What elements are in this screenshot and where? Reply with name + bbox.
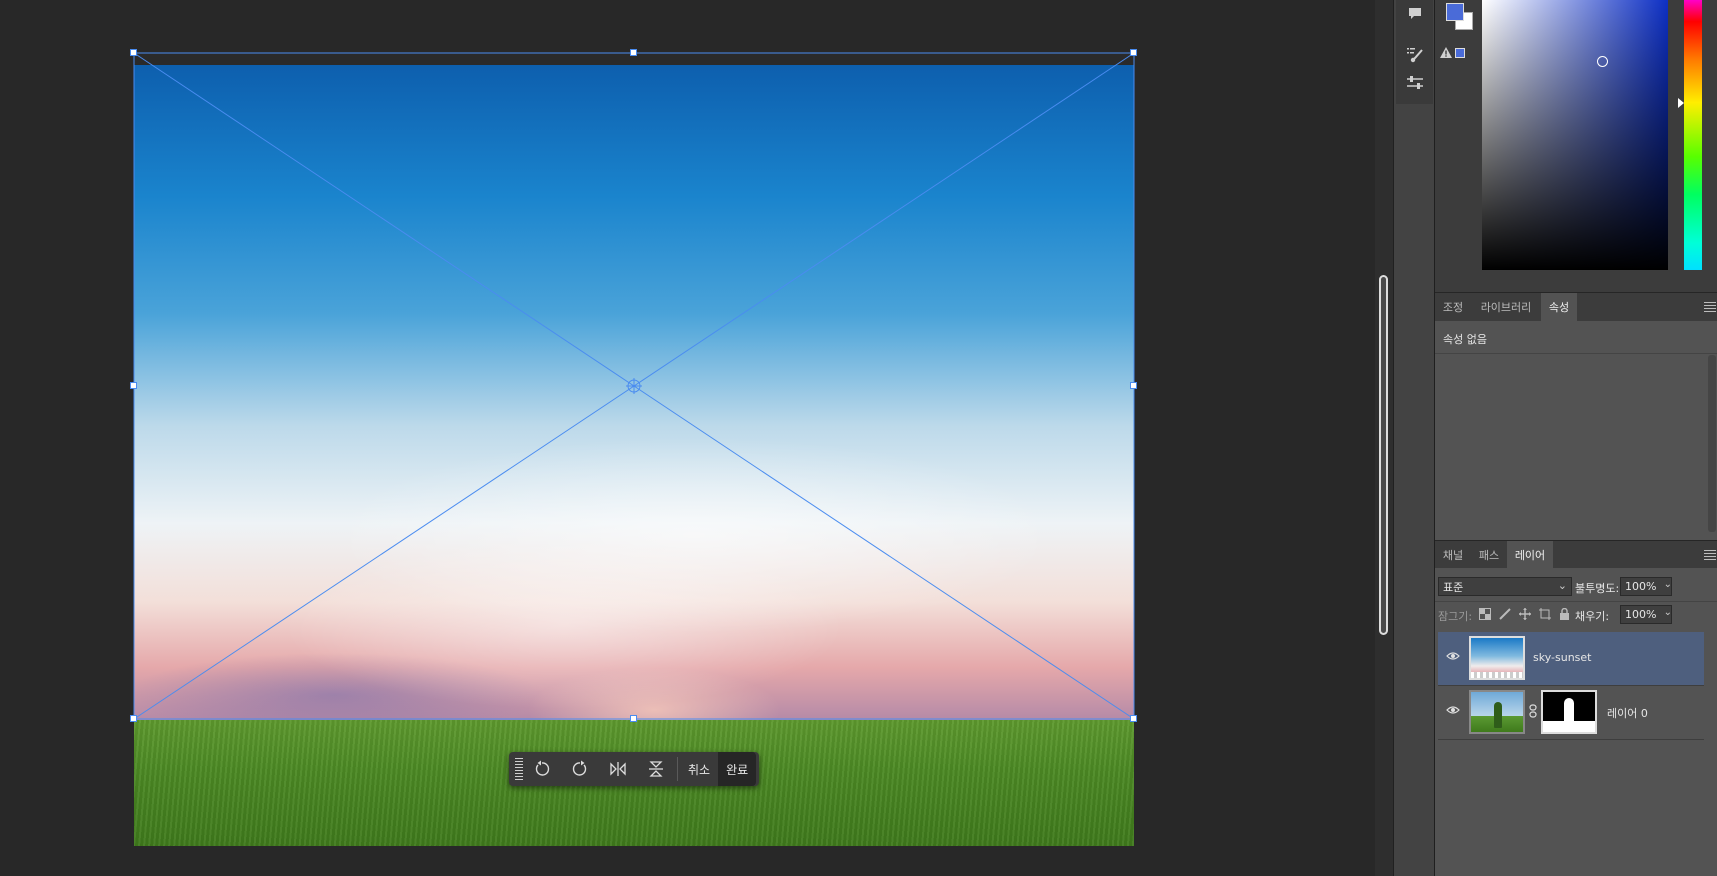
transform-handle-bottom-left[interactable]: [130, 715, 137, 722]
contextual-task-bar: 취소 완료: [509, 752, 759, 786]
layer-mask-thumbnail[interactable]: [1541, 690, 1597, 734]
color-saturation-field[interactable]: [1482, 0, 1668, 270]
eye-icon[interactable]: [1446, 705, 1460, 715]
brush-settings-button[interactable]: [1394, 42, 1435, 68]
opacity-value: 100%: [1625, 580, 1657, 593]
layers-controls: 표준 ⌄ 불투명도: 100% ⌄ 잠그기: 채우기: 100% ⌄: [1435, 568, 1717, 630]
lock-icon[interactable]: [1559, 608, 1570, 620]
link-icon[interactable]: [1529, 704, 1537, 718]
tab-layers[interactable]: 레이어: [1507, 541, 1553, 569]
transform-handle-bottom-right[interactable]: [1130, 715, 1137, 722]
layer-row[interactable]: sky-sunset: [1438, 632, 1704, 686]
layer-row[interactable]: 레이어 0: [1438, 686, 1704, 740]
tab-properties[interactable]: 속성: [1541, 293, 1577, 321]
sky-sunset-layer-image: [134, 65, 1134, 720]
lock-position-icon[interactable]: [1519, 608, 1531, 620]
flip-vertical-icon: [649, 761, 663, 777]
adjust-icon: [1406, 76, 1423, 89]
transform-handle-top[interactable]: [630, 49, 637, 56]
blend-mode-select[interactable]: 표준 ⌄: [1438, 577, 1572, 596]
scrollbar-thumb[interactable]: [1379, 275, 1388, 635]
lock-label: 잠그기:: [1438, 610, 1473, 623]
opacity-field[interactable]: 100% ⌄: [1620, 577, 1672, 596]
properties-header: 속성 없음: [1435, 321, 1717, 354]
layer-name[interactable]: 레이어 0: [1607, 705, 1648, 721]
rotate-ccw-button[interactable]: [523, 752, 561, 786]
collapsed-panel-strip: [1393, 0, 1435, 876]
chevron-down-icon: ⌄: [1663, 607, 1672, 618]
comments-panel-button[interactable]: [1394, 1, 1435, 27]
rotate-ccw-icon: [535, 760, 550, 776]
flip-horizontal-button[interactable]: [599, 752, 637, 786]
lock-image-pixels-icon[interactable]: [1499, 608, 1511, 620]
fill-label: 채우기:: [1575, 610, 1610, 623]
canvas-vertical-scrollbar[interactable]: [1375, 0, 1393, 876]
flip-vertical-button[interactable]: [637, 752, 675, 786]
foreground-color-swatch[interactable]: [1446, 3, 1464, 21]
adjustment-presets-button[interactable]: [1394, 70, 1435, 96]
comment-icon: [1408, 8, 1421, 19]
warning-icon[interactable]: [1440, 47, 1452, 61]
toolbar-divider: [677, 757, 678, 781]
flip-horizontal-icon: [610, 762, 626, 776]
rotate-cw-icon: [572, 760, 587, 776]
panel-menu-icon[interactable]: [1704, 550, 1716, 560]
chevron-down-icon: ⌄: [1557, 579, 1567, 592]
rotate-cw-button[interactable]: [561, 752, 599, 786]
color-panel: [1435, 0, 1717, 292]
hue-slider-marker[interactable]: [1678, 98, 1684, 108]
done-button[interactable]: 완료: [718, 752, 757, 786]
transform-handle-left[interactable]: [130, 382, 137, 389]
properties-scrollbar[interactable]: [1708, 355, 1716, 532]
color-picker-cursor[interactable]: [1597, 56, 1608, 67]
eye-icon[interactable]: [1446, 651, 1460, 661]
layer-name[interactable]: sky-sunset: [1533, 651, 1591, 664]
transform-handle-right[interactable]: [1130, 382, 1137, 389]
transform-handle-top-right[interactable]: [1130, 49, 1137, 56]
right-panel-dock: 조정 라이브러리 속성 속성 없음 채널 패스 레이어 표준 ⌄ 불투명도: 1…: [1434, 0, 1717, 876]
tab-paths[interactable]: 패스: [1471, 541, 1507, 569]
tab-channels[interactable]: 채널: [1435, 541, 1471, 569]
tab-adjustments[interactable]: 조정: [1435, 293, 1471, 321]
fill-value: 100%: [1625, 608, 1657, 621]
layers-list: sky-sunset 레이어 0: [1435, 632, 1717, 876]
fill-field[interactable]: 100% ⌄: [1620, 605, 1672, 624]
panel-menu-icon[interactable]: [1704, 302, 1716, 312]
transform-handle-bottom[interactable]: [630, 715, 637, 722]
web-safe-color-swatch[interactable]: [1455, 48, 1465, 58]
brush-settings-icon: [1406, 48, 1423, 63]
transform-handle-top-left[interactable]: [130, 49, 137, 56]
hue-slider[interactable]: [1684, 0, 1702, 270]
document-image[interactable]: [134, 53, 1134, 846]
document-canvas[interactable]: 취소 완료: [0, 0, 1375, 876]
lock-artboard-icon[interactable]: [1539, 608, 1551, 620]
opacity-label: 불투명도:: [1575, 582, 1620, 595]
layer-thumbnail[interactable]: [1469, 690, 1525, 734]
properties-empty-label: 속성 없음: [1443, 333, 1487, 346]
chevron-down-icon: ⌄: [1663, 579, 1672, 590]
layers-tab-bar: 채널 패스 레이어: [1435, 540, 1717, 570]
cancel-button[interactable]: 취소: [680, 752, 718, 786]
blend-mode-value: 표준: [1443, 580, 1464, 594]
properties-panel: 속성 없음: [1435, 321, 1717, 536]
properties-tab-bar: 조정 라이브러리 속성: [1435, 292, 1717, 322]
tab-libraries[interactable]: 라이브러리: [1471, 293, 1541, 321]
lock-transparent-pixels-icon[interactable]: [1479, 608, 1491, 620]
layer-thumbnail[interactable]: [1469, 636, 1525, 680]
drag-grip-icon[interactable]: [515, 758, 523, 780]
